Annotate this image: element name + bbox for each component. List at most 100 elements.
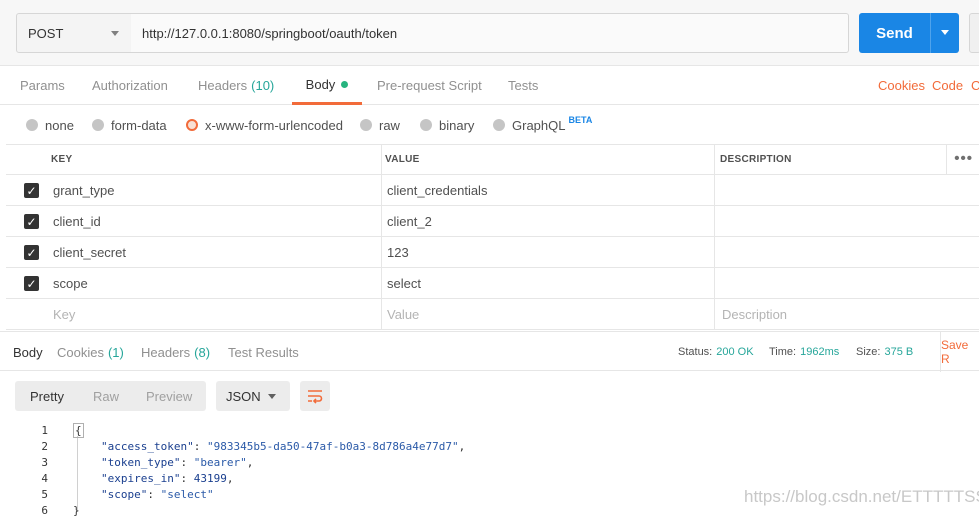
send-button[interactable]: Send — [859, 13, 930, 53]
more-options-icon[interactable]: ••• — [954, 150, 973, 167]
send-options-button[interactable] — [930, 13, 959, 53]
row-value[interactable]: select — [387, 268, 421, 298]
row-value[interactable]: client_credentials — [387, 175, 487, 205]
url-input[interactable]: http://127.0.0.1:8080/springboot/oauth/t… — [131, 13, 849, 53]
chevron-down-icon — [111, 31, 119, 36]
radio-binary[interactable]: binary — [420, 106, 474, 144]
code-text: "scope": "select" — [101, 487, 214, 501]
row-key[interactable]: scope — [53, 268, 88, 298]
beta-badge: BETA — [568, 115, 593, 125]
watermark: https://blog.csdn.net/ETTTTTSS — [744, 487, 979, 506]
stat-value: 1962ms — [800, 346, 840, 358]
radio-label: GraphQL — [512, 117, 566, 133]
json-punct: , — [246, 455, 254, 469]
tab-headers[interactable]: Headers (10) — [198, 66, 274, 105]
code-link[interactable]: Code — [932, 66, 963, 105]
header-value: VALUE — [385, 154, 420, 165]
format-label: JSON — [226, 388, 261, 404]
column-divider[interactable] — [714, 145, 715, 174]
status-readout: Status: 200 OK — [678, 332, 754, 372]
json-key: "expires_in" — [101, 471, 181, 485]
row-key[interactable]: grant_type — [53, 175, 114, 205]
tab-label: Cookies — [57, 344, 104, 360]
chevron-down-icon — [941, 30, 949, 35]
radio-circle-icon — [420, 119, 432, 131]
row-key[interactable]: client_id — [53, 206, 101, 236]
row-checkbox[interactable]: ✓ — [24, 245, 39, 260]
view-raw[interactable]: Raw — [93, 381, 119, 411]
table-row: ✓ scope select — [6, 268, 979, 299]
row-value[interactable]: 123 — [387, 237, 409, 267]
view-preview[interactable]: Preview — [146, 381, 192, 411]
view-mode-group: Pretty Raw Preview — [15, 381, 206, 411]
new-description-input[interactable]: Description — [722, 299, 787, 329]
row-checkbox[interactable]: ✓ — [24, 214, 39, 229]
tab-params[interactable]: Params — [20, 66, 65, 105]
code-text: { — [73, 422, 84, 438]
tab-label: Test Results — [228, 344, 299, 360]
line-number: 3 — [41, 455, 48, 469]
row-value[interactable]: client_2 — [387, 206, 432, 236]
resp-tab-cookies[interactable]: Cookies (1) — [57, 332, 124, 372]
radio-label: form-data — [111, 117, 167, 133]
code-line: 2 "access_token": "983345b5-da50-47af-b0… — [0, 438, 979, 454]
column-divider — [714, 175, 715, 205]
truncated-link[interactable]: C — [971, 66, 979, 105]
request-bar: POST http://127.0.0.1:8080/springboot/oa… — [0, 0, 979, 66]
size-readout: Size: 375 B — [856, 332, 913, 372]
method-select[interactable]: POST — [16, 13, 132, 53]
save-response-button[interactable]: Save R — [940, 332, 979, 372]
tab-count: (1) — [107, 344, 124, 360]
code-text: "access_token": "983345b5-da50-47af-b0a3… — [101, 439, 466, 453]
line-number: 2 — [41, 439, 48, 453]
json-value: "select" — [160, 487, 214, 501]
json-value: 43199 — [193, 471, 227, 485]
radio-circle-icon — [360, 119, 372, 131]
wrap-lines-icon — [308, 390, 323, 404]
tab-tests[interactable]: Tests — [508, 66, 538, 105]
column-divider[interactable] — [381, 145, 382, 174]
tab-authorization[interactable]: Authorization — [92, 66, 168, 105]
header-description: DESCRIPTION — [720, 154, 792, 165]
radio-label: binary — [439, 117, 475, 133]
new-value-input[interactable]: Value — [387, 299, 419, 329]
time-readout: Time: 1962ms — [769, 332, 839, 372]
header-key: KEY — [51, 154, 73, 165]
line-number: 5 — [41, 487, 48, 501]
radio-circle-icon — [493, 119, 505, 131]
table-header: KEY VALUE DESCRIPTION ••• — [6, 144, 979, 175]
row-checkbox[interactable]: ✓ — [24, 183, 39, 198]
tab-pre-request-script[interactable]: Pre-request Script — [377, 66, 482, 105]
radio-raw[interactable]: raw — [360, 106, 400, 144]
view-pretty[interactable]: Pretty — [30, 381, 64, 411]
json-key: "access_token" — [101, 439, 194, 453]
tab-label: Headers — [141, 344, 191, 360]
wrap-lines-button[interactable] — [300, 381, 330, 411]
column-divider — [946, 145, 947, 174]
row-key[interactable]: client_secret — [53, 237, 126, 267]
format-select[interactable]: JSON — [216, 381, 290, 411]
resp-tab-test-results[interactable]: Test Results — [228, 332, 299, 372]
tab-label: Body — [13, 344, 43, 360]
radio-none[interactable]: none — [26, 106, 74, 144]
radio-x-www-form-urlencoded[interactable]: x-www-form-urlencoded — [186, 106, 343, 144]
resp-tab-body[interactable]: Body — [13, 332, 43, 372]
resp-tab-headers[interactable]: Headers (8) — [141, 332, 210, 372]
tab-label: Pre-request Script — [377, 78, 482, 93]
cookies-link[interactable]: Cookies — [878, 66, 925, 105]
table-row: ✓ client_secret 123 — [6, 237, 979, 268]
request-tabs: Params Authorization Headers (10) Body Pr… — [0, 66, 979, 105]
json-punct: , — [458, 439, 466, 453]
tab-body[interactable]: Body — [292, 66, 362, 105]
row-checkbox[interactable]: ✓ — [24, 276, 39, 291]
stat-value: 200 OK — [716, 346, 754, 358]
radio-graphql[interactable]: GraphQL BETA — [493, 106, 592, 144]
new-key-input[interactable]: Key — [53, 299, 75, 329]
code-text: "token_type": "bearer", — [101, 455, 254, 469]
code-text: "expires_in": 43199, — [101, 471, 234, 485]
save-button[interactable] — [969, 13, 979, 53]
tab-label: Tests — [508, 78, 539, 93]
line-number: 1 — [41, 423, 48, 437]
radio-form-data[interactable]: form-data — [92, 106, 167, 144]
active-dot-icon — [341, 80, 349, 88]
